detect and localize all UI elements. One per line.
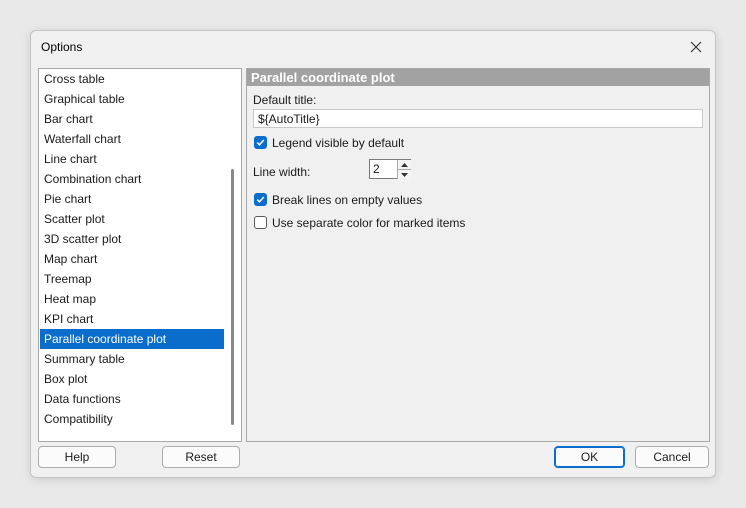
list-item-heat-map[interactable]: Heat map [40,289,224,309]
separate-color-label: Use separate color for marked items [272,216,466,230]
break-lines-label: Break lines on empty values [272,193,423,207]
close-button[interactable] [685,36,707,58]
spin-up-button[interactable] [397,160,411,169]
panel-header: Parallel coordinate plot [247,69,709,86]
list-item-map-chart[interactable]: Map chart [40,249,224,269]
close-icon [690,41,702,53]
list-scrollbar[interactable] [231,169,234,425]
line-width-spinner[interactable]: 2 [369,159,411,179]
spin-down-button[interactable] [397,169,411,179]
checkmark-icon [256,196,265,203]
list-item-scatter-plot[interactable]: Scatter plot [40,209,224,229]
ok-button[interactable]: OK [554,446,625,468]
break-lines-checkbox[interactable] [254,193,267,206]
category-list[interactable]: Cross table Graphical table Bar chart Wa… [38,68,242,442]
list-item-combination-chart[interactable]: Combination chart [40,169,224,189]
list-item-data-functions[interactable]: Data functions [40,389,224,409]
separate-color-checkbox[interactable] [254,216,267,229]
list-item-waterfall-chart[interactable]: Waterfall chart [40,129,224,149]
list-item-summary-table[interactable]: Summary table [40,349,224,369]
list-item-kpi-chart[interactable]: KPI chart [40,309,224,329]
list-item-box-plot[interactable]: Box plot [40,369,224,389]
list-item-graphical-table[interactable]: Graphical table [40,89,224,109]
settings-panel: Parallel coordinate plot Default title: … [246,68,710,442]
line-width-label: Line width: [253,165,311,179]
list-item-compatibility[interactable]: Compatibility [40,409,224,429]
list-item-3d-scatter-plot[interactable]: 3D scatter plot [40,229,224,249]
options-dialog: Options Cross table Graphical table Bar … [30,30,716,478]
default-title-label: Default title: [253,93,317,107]
checkmark-icon [256,139,265,146]
line-width-value[interactable]: 2 [373,162,380,176]
title-bar: Options [31,31,715,63]
cancel-button[interactable]: Cancel [635,446,709,468]
list-item-pie-chart[interactable]: Pie chart [40,189,224,209]
caret-down-icon [401,172,408,177]
legend-visible-checkbox[interactable] [254,136,267,149]
list-item-line-chart[interactable]: Line chart [40,149,224,169]
list-item-treemap[interactable]: Treemap [40,269,224,289]
dialog-title: Options [41,40,83,54]
help-button[interactable]: Help [38,446,116,468]
reset-button[interactable]: Reset [162,446,240,468]
list-item-cross-table[interactable]: Cross table [40,69,224,89]
caret-up-icon [401,162,408,167]
list-item-bar-chart[interactable]: Bar chart [40,109,224,129]
default-title-input[interactable] [253,109,703,128]
list-item-parallel-coordinate-plot[interactable]: Parallel coordinate plot [40,329,224,349]
legend-visible-label: Legend visible by default [272,136,405,150]
